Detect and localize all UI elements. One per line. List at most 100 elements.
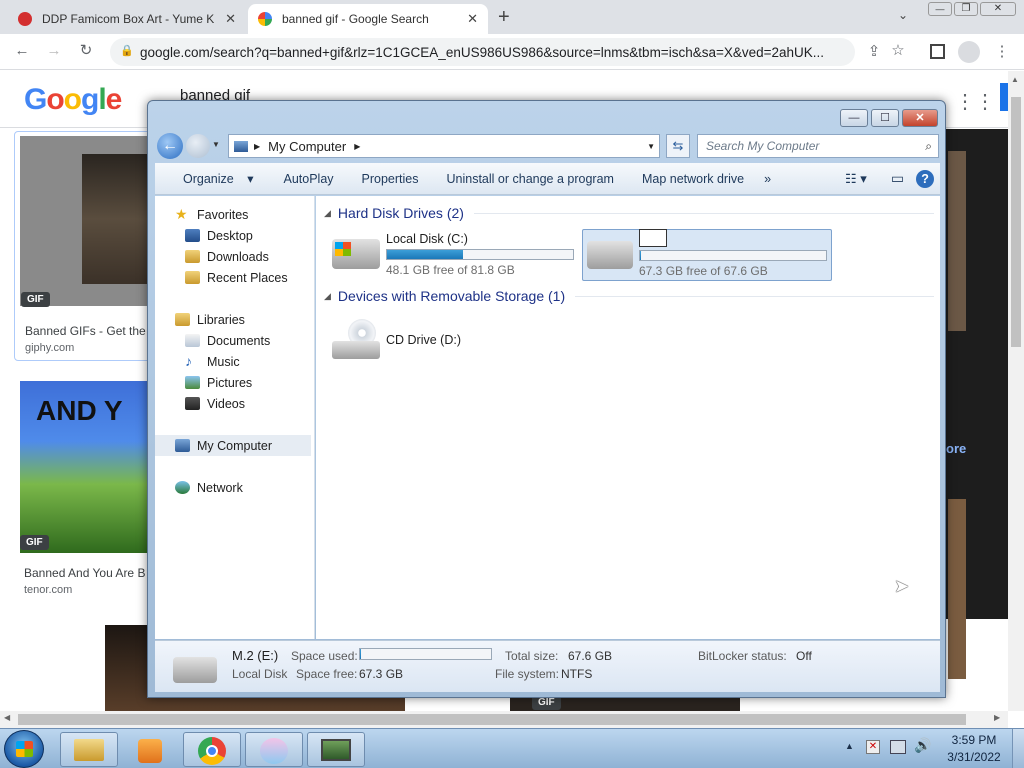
more-commands-chevron[interactable]: » [754, 172, 781, 186]
properties-button[interactable]: Properties [352, 172, 429, 186]
action-center-icon[interactable]: ✕ [866, 740, 880, 754]
scroll-thumb[interactable] [1011, 97, 1021, 347]
file-system-label: File system: [495, 667, 560, 681]
uninstall-program-button[interactable]: Uninstall or change a program [437, 172, 624, 186]
nav-favorites[interactable]: ★ Favorites [175, 204, 248, 225]
clock-date[interactable]: 3/31/2022 [944, 750, 1004, 764]
google-logo[interactable]: Google [24, 83, 122, 117]
preview-pane-icon[interactable]: ▭ [881, 170, 914, 187]
volume-icon[interactable]: 🔊 [914, 737, 931, 754]
drive-usage-fill [640, 250, 641, 260]
start-button[interactable] [4, 730, 44, 768]
videos-icon [185, 397, 200, 410]
recent-pages-chevron-icon[interactable]: ▼ [212, 140, 220, 149]
collapse-triangle-icon[interactable]: ◢ [324, 291, 331, 302]
explorer-address-bar[interactable]: ▶ My Computer ▶ ▼ [228, 134, 660, 158]
forward-icon[interactable]: → [42, 42, 66, 59]
scroll-right-icon[interactable]: ▶ [994, 713, 1000, 722]
image-result-card[interactable]: GIF Banned GIFs - Get the giphy.com [14, 131, 155, 361]
tab-close-icon[interactable]: ✕ [225, 11, 236, 27]
profile-avatar-icon[interactable] [958, 41, 980, 63]
menu-kebab-icon[interactable]: ⋮ [990, 42, 1014, 60]
back-arrow-icon[interactable]: ← [157, 133, 183, 159]
nav-videos[interactable]: Videos [185, 393, 245, 414]
group-header-hard-disks[interactable]: ◢ Hard Disk Drives (2) [324, 205, 934, 221]
taskbar-computer[interactable] [307, 732, 365, 767]
computer-icon [175, 439, 190, 452]
close-button[interactable]: ✕ [980, 2, 1016, 16]
nav-downloads[interactable]: Downloads [185, 246, 269, 267]
scroll-left-icon[interactable]: ◀ [4, 713, 10, 722]
address-dropdown-icon[interactable]: ▼ [647, 142, 655, 151]
total-size-label: Total size: [505, 649, 559, 663]
tab-search-icon[interactable]: ⌄ [898, 8, 908, 22]
sign-in-button[interactable] [1000, 83, 1008, 111]
map-network-drive-button[interactable]: Map network drive [632, 172, 754, 186]
breadcrumb-arrow-icon[interactable]: ▶ [354, 142, 360, 151]
show-hidden-icons[interactable]: ▲ [845, 741, 854, 751]
autoplay-button[interactable]: AutoPlay [273, 172, 343, 186]
nav-documents[interactable]: Documents [185, 330, 270, 351]
nav-my-computer[interactable]: My Computer [155, 435, 311, 456]
tab-ddp-famicom[interactable]: DDP Famicom Box Art - Yume Kōjō ✕ [8, 4, 246, 34]
forward-arrow-icon[interactable] [186, 134, 210, 158]
group-header-removable[interactable]: ◢ Devices with Removable Storage (1) [324, 288, 934, 304]
music-icon: ♪ [185, 353, 192, 369]
window-maximize-button[interactable]: ☐ [871, 109, 899, 127]
organize-menu[interactable]: Organize ▾ [155, 171, 263, 186]
drive-e-selected[interactable]: 67.3 GB free of 67.6 GB [582, 228, 832, 281]
horizontal-scrollbar[interactable]: ◀ ▶ [0, 711, 1008, 728]
result-title[interactable]: Banned GIFs - Get the [25, 324, 146, 338]
share-icon[interactable]: ⇪ [862, 42, 886, 60]
navigation-pane: ★ Favorites Desktop Downloads Recent Plac… [155, 196, 315, 639]
explorer-search-input[interactable]: Search My Computer ⌕ [697, 134, 939, 158]
details-drive-name: M.2 (E:) [232, 648, 279, 663]
more-results-link[interactable]: ore [946, 441, 966, 456]
reload-icon[interactable]: ↻ [74, 41, 98, 59]
tab-banned-gif[interactable]: banned gif - Google Search ✕ [248, 4, 488, 34]
nav-libraries[interactable]: Libraries [175, 309, 245, 330]
scroll-up-icon[interactable]: ▲ [1011, 75, 1019, 84]
site-favicon-icon [18, 12, 32, 26]
back-icon[interactable]: ← [10, 42, 34, 59]
clock-time[interactable]: 3:59 PM [944, 733, 1004, 747]
view-options-icon[interactable]: ☷ ▾ [835, 171, 877, 187]
bookmark-star-icon[interactable]: ☆ [886, 41, 910, 59]
nav-music[interactable]: ♪ Music [185, 351, 240, 372]
show-desktop-button[interactable] [1012, 729, 1024, 768]
window-close-button[interactable]: ✕ [902, 109, 938, 127]
nav-desktop[interactable]: Desktop [185, 225, 253, 246]
collapse-triangle-icon[interactable]: ◢ [324, 208, 331, 219]
vertical-scrollbar[interactable]: ▲ [1008, 71, 1024, 711]
search-icon[interactable]: ⌕ [925, 139, 932, 154]
drive-c[interactable]: Local Disk (C:) 48.1 GB free of 81.8 GB [332, 231, 574, 277]
image-result-card[interactable]: AND Y GIF Banned And You Are B tenor.com [14, 377, 154, 607]
breadcrumb-my-computer[interactable]: My Computer [268, 139, 346, 154]
breadcrumb-arrow-icon[interactable]: ▶ [254, 142, 260, 151]
rename-input[interactable] [639, 228, 667, 247]
network-tray-icon[interactable] [890, 740, 906, 754]
restore-button[interactable]: ❐ [954, 2, 978, 16]
result-title[interactable]: Banned And You Are B [24, 566, 145, 580]
taskbar-chrome[interactable] [183, 732, 241, 767]
help-icon[interactable]: ? [916, 169, 935, 188]
taskbar-app[interactable] [245, 732, 303, 767]
tab-close-icon[interactable]: ✕ [467, 11, 478, 27]
refresh-icon[interactable]: ⇆ [666, 134, 690, 158]
drive-d-cd[interactable]: CD Drive (D:) [332, 316, 512, 364]
apps-grid-icon[interactable]: ⋮⋮ [955, 89, 995, 114]
taskbar-media-player[interactable] [121, 732, 179, 767]
nav-recent-places[interactable]: Recent Places [185, 267, 288, 288]
content-pane: ◢ Hard Disk Drives (2) Local Disk (C:) 48… [316, 196, 940, 639]
window-minimize-button[interactable]: — [840, 109, 868, 127]
side-panel-icon[interactable] [930, 44, 945, 59]
address-bar[interactable]: 🔒 google.com/search?q=banned+gif&rlz=1C1… [110, 38, 855, 66]
nav-network[interactable]: Network [175, 477, 243, 498]
scroll-thumb[interactable] [18, 714, 966, 725]
nav-pictures[interactable]: Pictures [185, 372, 252, 393]
new-tab-button[interactable]: + [498, 6, 510, 29]
file-system-value: NTFS [561, 667, 593, 681]
minimize-button[interactable]: — [928, 2, 952, 16]
recent-places-icon [185, 271, 200, 284]
taskbar-explorer[interactable] [60, 732, 118, 767]
